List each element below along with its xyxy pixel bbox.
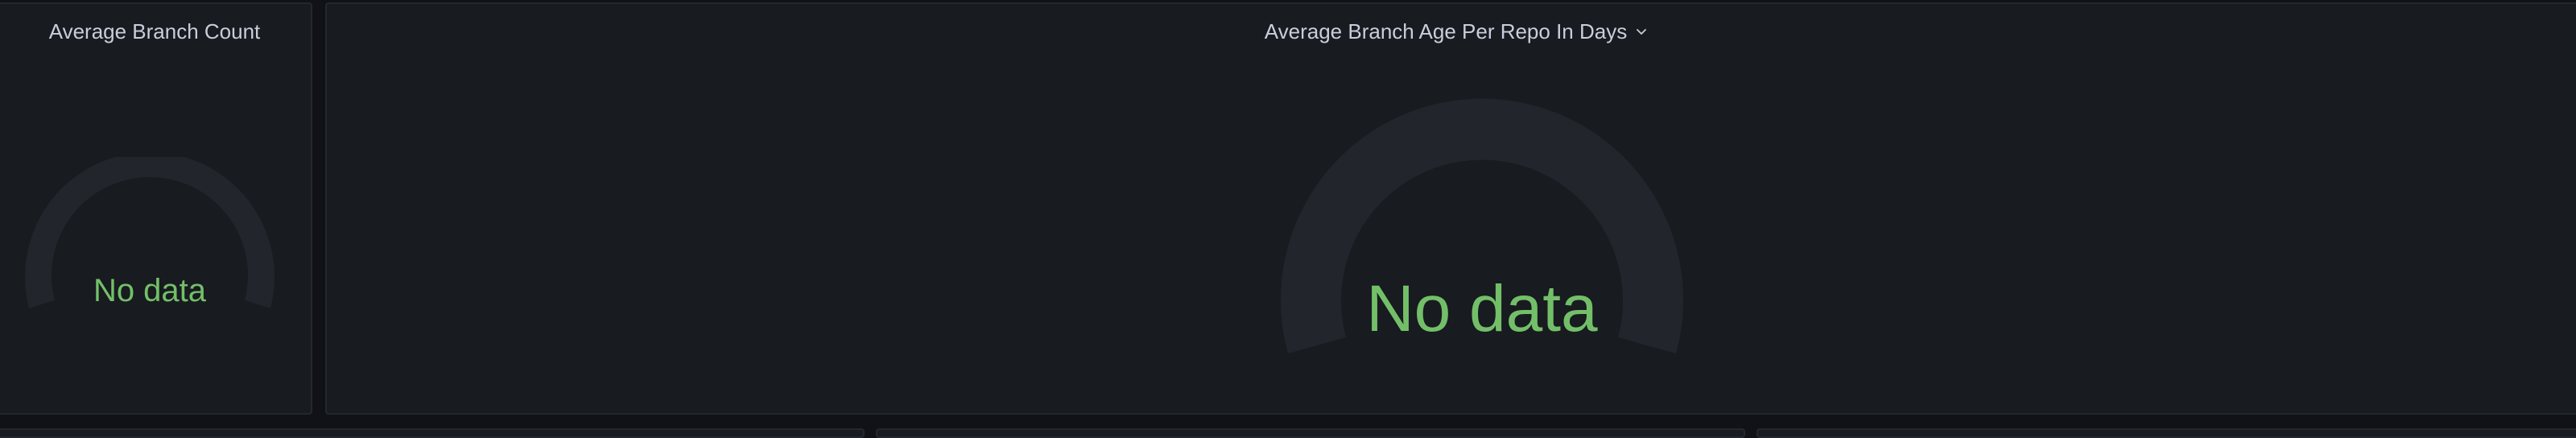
gauge: No data xyxy=(1277,88,1687,362)
panel-below-3 xyxy=(1757,428,2576,438)
panel-title[interactable]: Average Branch Count xyxy=(0,19,311,44)
panel-below-1 xyxy=(0,428,865,438)
title-menu-trigger[interactable]: Average Branch Age Per Repo In Days xyxy=(1265,19,1648,44)
chevron-down-icon[interactable] xyxy=(1635,25,1648,38)
panel-average-branch-age[interactable]: Average Branch Age Per Repo In Days No d… xyxy=(325,2,2576,415)
no-data-text: No data xyxy=(93,273,207,308)
panel-title-container[interactable]: Average Branch Age Per Repo In Days xyxy=(327,19,2576,44)
panel-title: Average Branch Age Per Repo In Days xyxy=(1264,19,1628,43)
panel-average-branch-count[interactable]: Average Branch Count No data xyxy=(0,2,312,415)
no-data-text: No data xyxy=(1366,272,1598,345)
gauge: No data xyxy=(21,151,279,334)
panel-below-2 xyxy=(876,428,1745,438)
